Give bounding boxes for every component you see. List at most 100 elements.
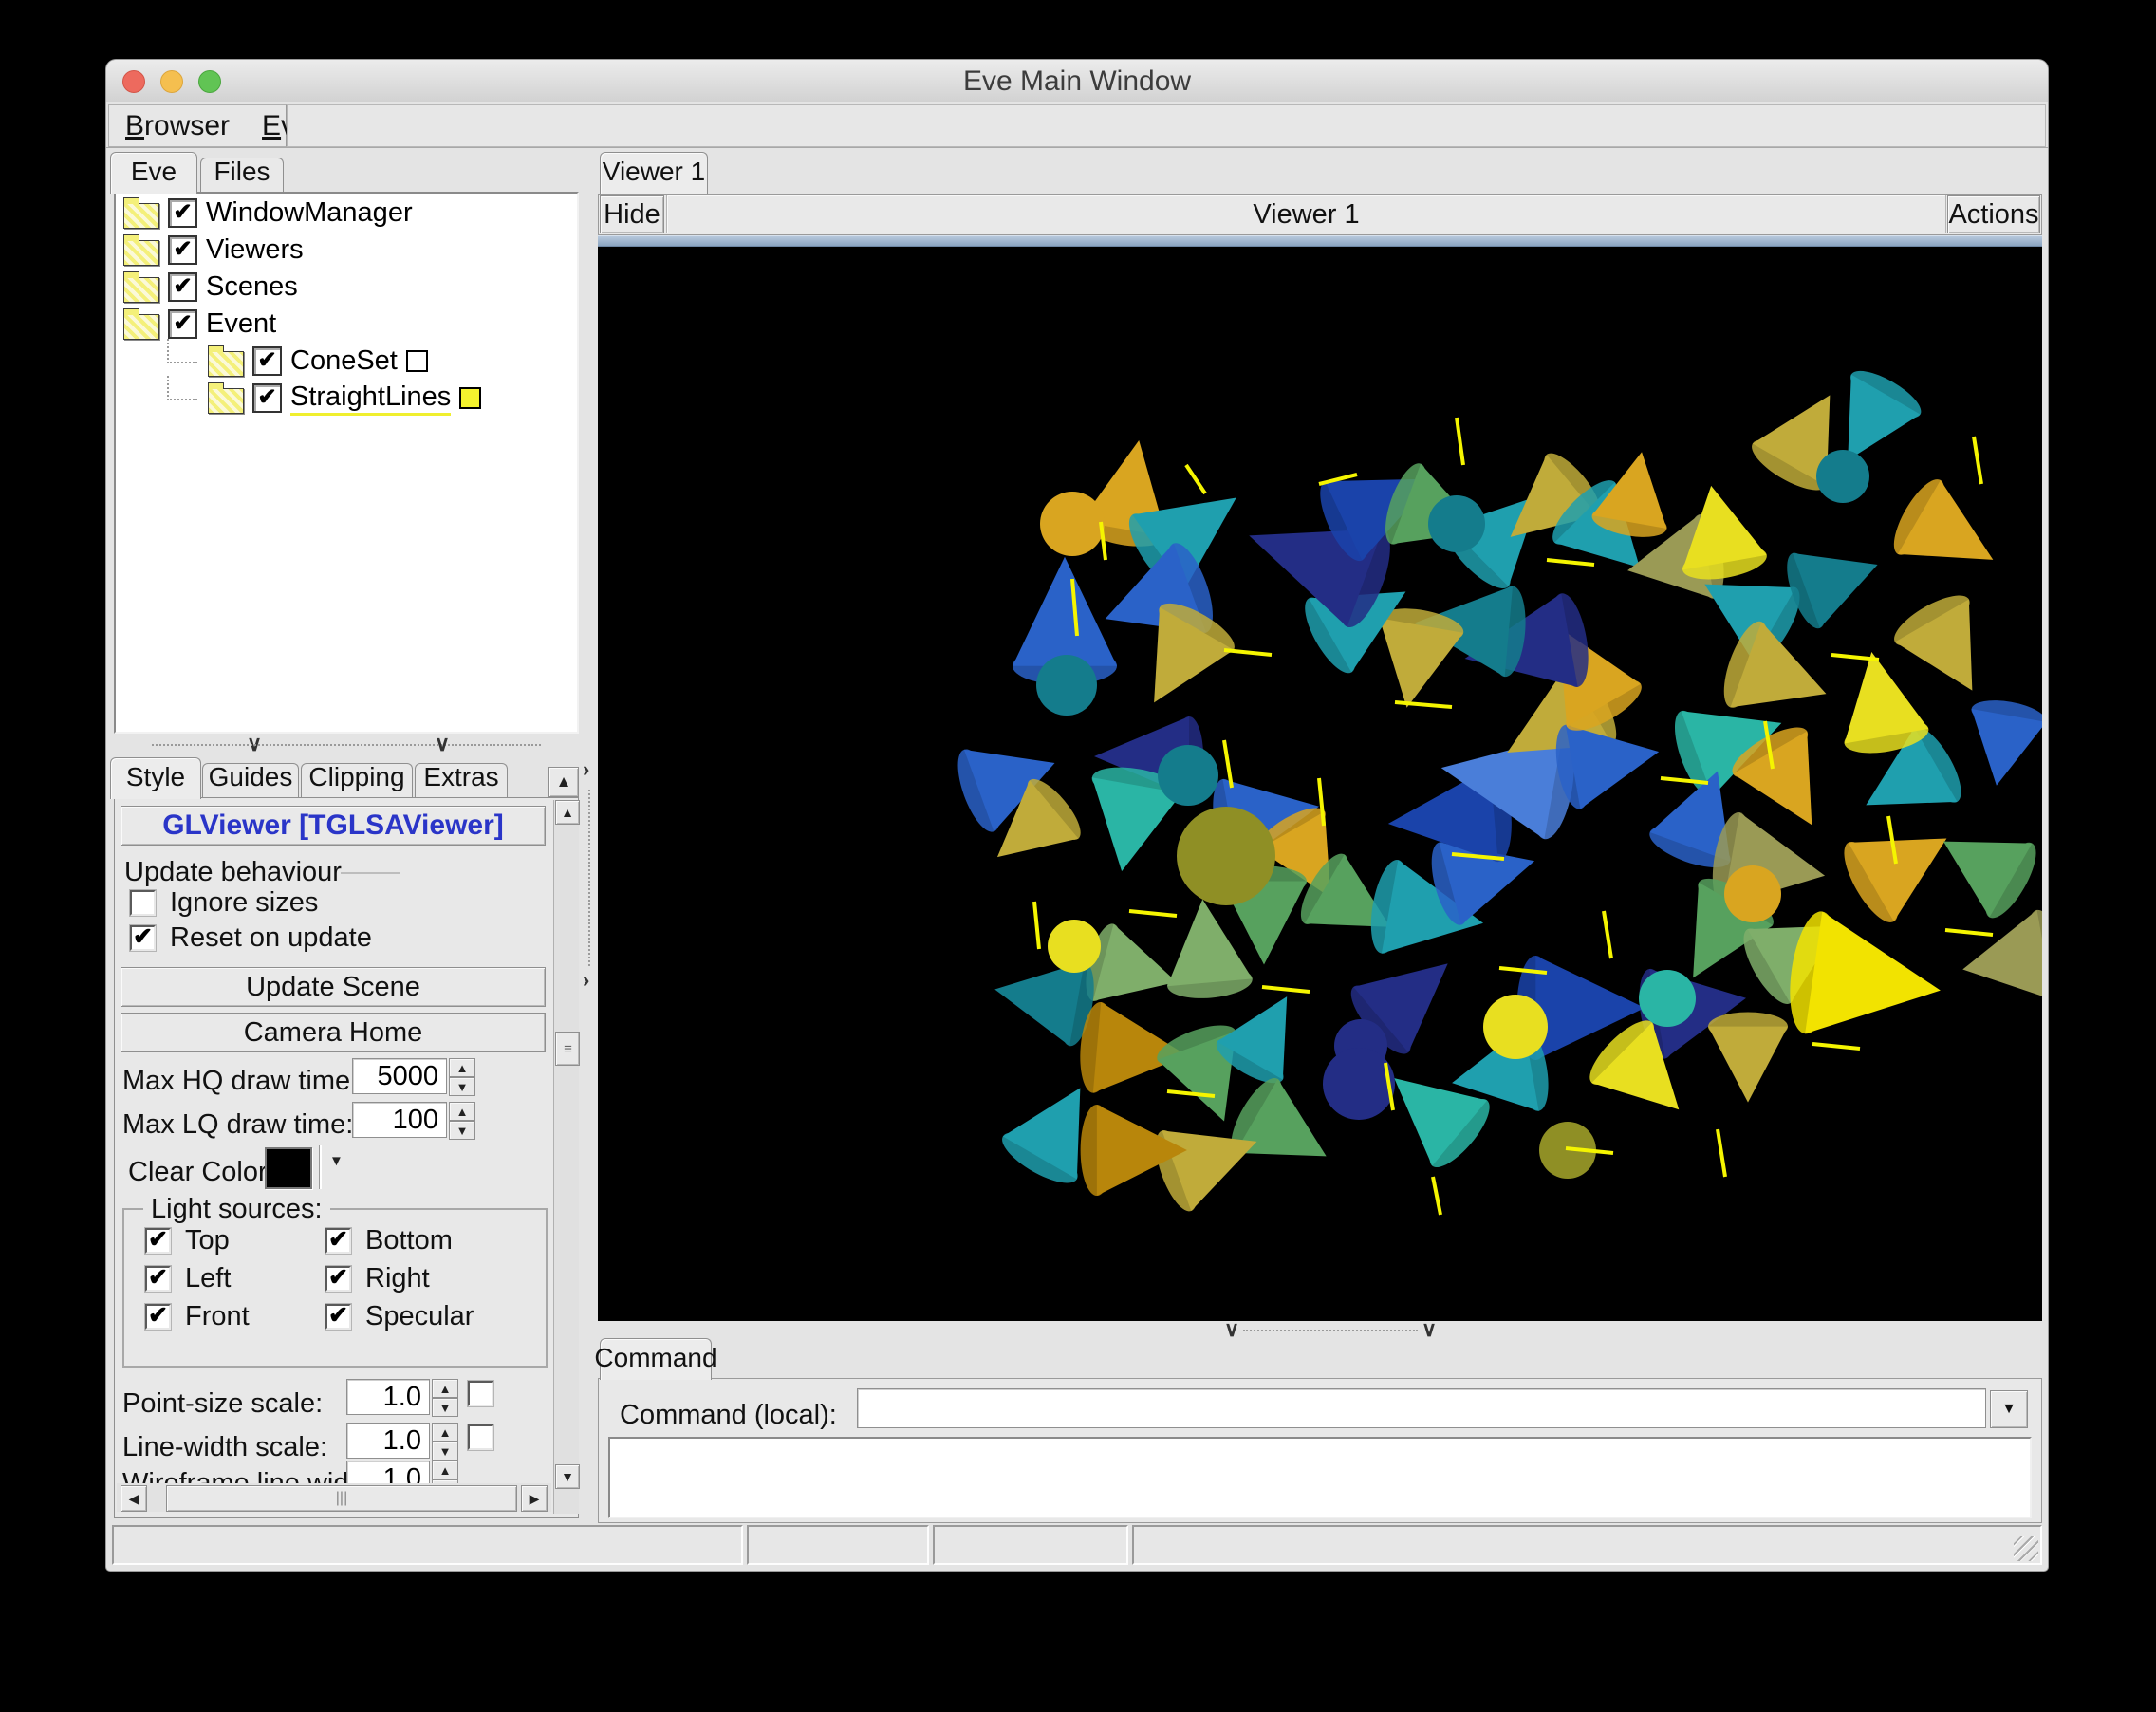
eve-tree[interactable]: ✔ WindowManager ✔ Viewers ✔ Scenes ✔ Eve… <box>114 192 579 734</box>
tree-checkbox[interactable]: ✔ <box>168 309 197 339</box>
actions-button[interactable]: Actions <box>1947 195 2040 233</box>
tree-label[interactable]: Viewers <box>206 234 304 266</box>
tab-scroll-up-icon[interactable]: ▲ <box>548 767 579 797</box>
tree-label[interactable]: Scenes <box>206 271 298 303</box>
resize-grip[interactable] <box>2014 1536 2038 1561</box>
tree-row-coneset[interactable]: ✔ ConeSet <box>161 344 577 379</box>
chevron-right-icon: › <box>583 970 589 991</box>
light-right-checkbox[interactable]: ✔ <box>325 1266 351 1292</box>
scroll-right-icon[interactable]: ▶ <box>521 1485 548 1512</box>
tree-label[interactable]: ConeSet <box>290 345 398 377</box>
reset-on-update-checkbox[interactable]: ✔ <box>130 925 156 951</box>
max-lq-label: Max LQ draw time: <box>122 1109 353 1141</box>
command-output[interactable] <box>608 1437 2032 1518</box>
line-width-spinner[interactable]: ▲ ▼ <box>432 1423 458 1461</box>
chevron-right-icon: › <box>583 759 589 780</box>
tree-checkbox[interactable]: ✔ <box>168 272 197 302</box>
light-specular-checkbox[interactable]: ✔ <box>325 1304 351 1330</box>
point-size-label: Point-size scale: <box>122 1388 323 1420</box>
ignore-sizes-checkbox[interactable] <box>130 890 156 916</box>
separator <box>320 1145 322 1189</box>
menubar: Browser Eve <box>106 102 2048 148</box>
menu-group: Browser Eve <box>108 104 288 147</box>
command-local-label: Command (local): <box>620 1400 837 1431</box>
light-front-checkbox[interactable]: ✔ <box>145 1304 171 1330</box>
main-window: Eve Main Window Browser Eve Eve Files ✔ … <box>106 60 2048 1571</box>
light-top-checkbox[interactable]: ✔ <box>145 1228 171 1254</box>
coneset-marker[interactable] <box>406 350 428 372</box>
chevron-down-icon: ∨ <box>1422 1319 1437 1340</box>
scroll-up-icon[interactable]: ▲ <box>555 800 580 825</box>
point-size-entry[interactable]: 1.0 <box>346 1379 430 1415</box>
tree-label[interactable]: Event <box>206 308 276 340</box>
tab-clipping[interactable]: Clipping <box>301 763 413 799</box>
scroll-down-icon[interactable]: ▼ <box>555 1464 580 1489</box>
tree-checkbox[interactable]: ✔ <box>168 235 197 265</box>
tab-eve[interactable]: Eve <box>110 152 197 194</box>
tab-extras[interactable]: Extras <box>415 763 508 799</box>
max-hq-entry[interactable]: 5000 <box>352 1058 447 1094</box>
tree-row-viewers[interactable]: ✔ Viewers <box>123 233 577 268</box>
command-dropdown-icon[interactable]: ▼ <box>1990 1390 2028 1428</box>
tree-row-event[interactable]: ✔ Event <box>123 307 577 342</box>
editor-vertical-scrollbar[interactable]: ▲ ≡ ▼ <box>553 800 579 1514</box>
viewer-highlight-strip <box>598 235 2042 247</box>
point-size-checkbox[interactable] <box>468 1381 493 1406</box>
spin-down-icon[interactable]: ▼ <box>449 1121 475 1140</box>
left-splitter[interactable]: ∨ ∨ <box>114 737 579 753</box>
tab-viewer1[interactable]: Viewer 1 <box>600 152 708 194</box>
splitter-line <box>152 744 541 746</box>
tree-label[interactable]: StraightLines <box>290 381 451 416</box>
light-left-checkbox[interactable]: ✔ <box>145 1266 171 1292</box>
point-size-spinner[interactable]: ▲ ▼ <box>432 1379 458 1417</box>
light-front-row: ✔ Front <box>145 1301 250 1332</box>
editor-horizontal-scrollbar[interactable]: ◀ ||| ▶ <box>117 1483 551 1512</box>
line-width-checkbox[interactable] <box>468 1424 493 1450</box>
tab-style[interactable]: Style <box>110 757 201 799</box>
clear-color-dropdown-icon[interactable]: ▼ <box>329 1153 344 1169</box>
scrollbar-thumb[interactable]: ≡ <box>555 1032 580 1066</box>
light-bottom-row: ✔ Bottom <box>325 1225 453 1256</box>
spin-up-icon[interactable]: ▲ <box>449 1102 475 1121</box>
spin-down-icon[interactable]: ▼ <box>449 1077 475 1096</box>
max-hq-spinner[interactable]: ▲ ▼ <box>449 1058 475 1096</box>
tree-row-windowmanager[interactable]: ✔ WindowManager <box>123 195 577 231</box>
spin-up-icon[interactable]: ▲ <box>449 1058 475 1077</box>
clear-color-swatch[interactable] <box>265 1147 312 1189</box>
update-scene-button[interactable]: Update Scene <box>121 967 546 1007</box>
max-lq-spinner[interactable]: ▲ ▼ <box>449 1102 475 1140</box>
glviewer-button[interactable]: GLViewer [TGLSAViewer] <box>121 806 546 846</box>
tree-checkbox[interactable]: ✔ <box>252 383 282 413</box>
ignore-sizes-label: Ignore sizes <box>170 887 318 919</box>
splitter-line <box>1243 1330 1418 1331</box>
hide-button[interactable]: Hide <box>600 195 664 233</box>
max-hq-label: Max HQ draw time: <box>122 1066 358 1097</box>
line-width-entry[interactable]: 1.0 <box>346 1423 430 1459</box>
scroll-left-icon[interactable]: ◀ <box>121 1485 147 1512</box>
camera-home-button[interactable]: Camera Home <box>121 1013 546 1052</box>
vertical-splitter[interactable]: › › <box>581 152 598 1518</box>
tree-checkbox[interactable]: ✔ <box>168 198 197 228</box>
status-segment <box>933 1525 1128 1565</box>
gl-viewport[interactable] <box>598 247 2042 1321</box>
menu-browser[interactable]: Browser <box>109 110 246 142</box>
tab-guides[interactable]: Guides <box>202 763 299 799</box>
tree-row-scenes[interactable]: ✔ Scenes <box>123 270 577 305</box>
command-input[interactable] <box>857 1388 1986 1428</box>
splitter-line <box>588 790 590 966</box>
tree-checkbox[interactable]: ✔ <box>252 346 282 376</box>
scrollbar-thumb[interactable]: ||| <box>166 1485 517 1512</box>
light-bottom-checkbox[interactable]: ✔ <box>325 1228 351 1254</box>
bottom-splitter[interactable]: ∨ ∨ <box>598 1323 2042 1338</box>
tab-files[interactable]: Files <box>200 158 284 194</box>
line-width-label: Line-width scale: <box>122 1432 327 1463</box>
tree-label[interactable]: WindowManager <box>206 197 413 229</box>
3d-scene[interactable] <box>598 247 2042 1321</box>
window-title: Eve Main Window <box>106 65 2048 98</box>
tab-command[interactable]: Command <box>600 1338 712 1380</box>
max-lq-entry[interactable]: 100 <box>352 1102 447 1138</box>
tree-row-straightlines[interactable]: ✔ StraightLines <box>161 381 577 416</box>
status-bar <box>106 1523 2048 1567</box>
straightlines-marker[interactable] <box>459 387 481 409</box>
ignore-sizes-row: Ignore sizes <box>130 887 318 919</box>
